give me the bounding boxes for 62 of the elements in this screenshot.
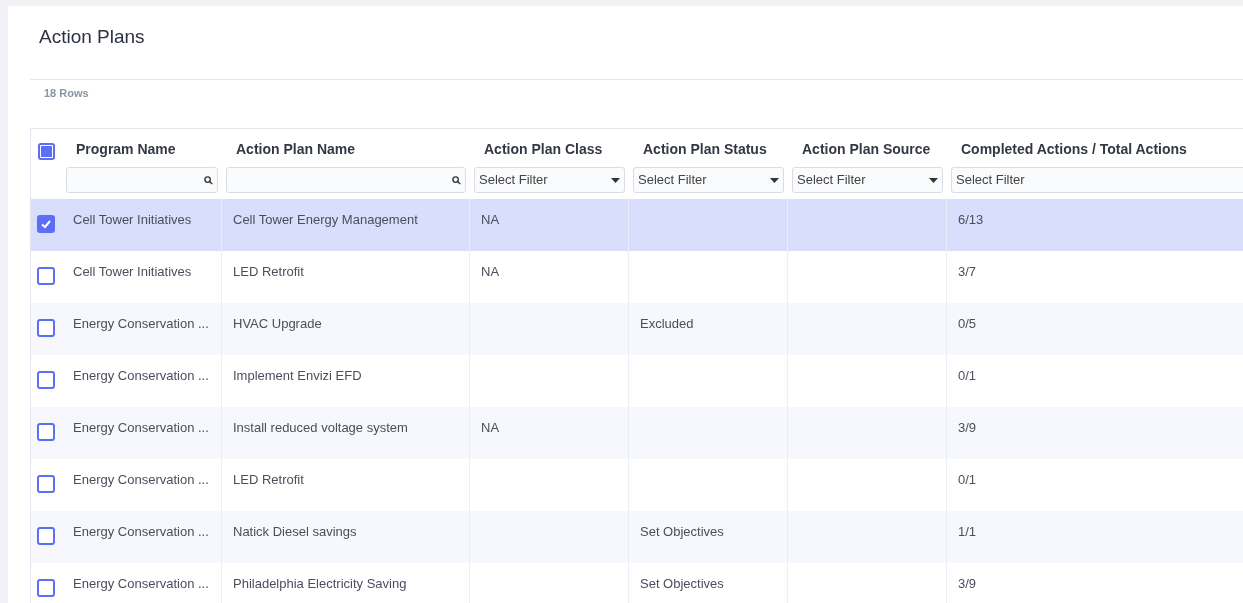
search-icon: [204, 175, 213, 185]
table-cell: LED Retrofit: [233, 472, 304, 487]
column-header[interactable]: Action Plan Class: [484, 139, 625, 160]
table-cell: HVAC Upgrade: [233, 316, 322, 331]
table-cell: 0/1: [958, 368, 977, 383]
table-cell: Cell Tower Initiatives: [73, 212, 192, 227]
table-cell: Energy Conservation ...: [73, 420, 209, 435]
column-header[interactable]: Action Plan Name: [236, 139, 466, 160]
row-checkbox[interactable]: [37, 266, 55, 285]
select-all-checkbox[interactable]: [38, 143, 55, 160]
table-cell: Energy Conservation ...: [73, 472, 209, 487]
table-cell: Set Objectives: [640, 524, 724, 539]
filter-dropdown[interactable]: Select Filter: [474, 167, 625, 193]
row-checkbox[interactable]: [37, 214, 55, 233]
row-checkbox[interactable]: [37, 318, 55, 337]
caret-icon: [770, 177, 779, 183]
table-cell: Natick Diesel savings: [233, 524, 357, 539]
row-checkbox[interactable]: [37, 474, 55, 493]
table-cell: Energy Conservation ...: [73, 368, 209, 383]
table-cell: Energy Conservation ...: [73, 576, 209, 591]
filter-dropdown[interactable]: Select Filter: [951, 167, 1243, 193]
table-cell: 3/9: [958, 420, 977, 435]
table-cell: NA: [481, 212, 500, 227]
table-cell: Energy Conservation ...: [73, 524, 209, 539]
table-row[interactable]: Cell Tower Initiatives Cell Tower Energy Management NA 6/13: [31, 199, 1243, 251]
search-field[interactable]: [66, 167, 218, 193]
filter-dropdown[interactable]: Select Filter: [633, 167, 784, 193]
table-cell: 3/7: [958, 264, 977, 279]
filter-dropdown[interactable]: Select Filter: [792, 167, 943, 193]
row-checkbox[interactable]: [37, 370, 55, 389]
table-cell: NA: [481, 420, 500, 435]
table-row[interactable]: Energy Conservation ... Natick Diesel savings Set Objectives 1/1: [31, 511, 1243, 563]
table-cell: LED Retrofit: [233, 264, 304, 279]
column-header[interactable]: Action Plan Status: [643, 139, 784, 160]
table-cell: NA: [481, 264, 500, 279]
search-icon: [452, 175, 461, 185]
table-cell: Excluded: [640, 316, 694, 331]
table-cell: Cell Tower Initiatives: [73, 264, 192, 279]
table-cell: 3/9: [958, 576, 977, 591]
row-checkbox[interactable]: [37, 578, 55, 597]
table-cell: Energy Conservation ...: [73, 316, 209, 331]
table-cell: 6/13: [958, 212, 984, 227]
caret-icon: [929, 177, 938, 183]
table-row[interactable]: Energy Conservation ... HVAC Upgrade Excluded 0/5: [31, 303, 1243, 355]
column-header[interactable]: Completed Actions / Total Actions: [961, 139, 1243, 160]
table-cell: 0/1: [958, 472, 977, 487]
table-cell: Implement Envizi EFD: [233, 368, 362, 383]
column-header[interactable]: Program Name: [76, 139, 218, 160]
search-field[interactable]: [226, 167, 466, 193]
table-cell: Philadelphia Electricity Saving: [233, 576, 407, 591]
table-cell: Install reduced voltage system: [233, 420, 408, 435]
table-row[interactable]: Energy Conservation ... Install reduced voltage system NA 3/9: [31, 407, 1243, 459]
row-count: 18 Rows: [44, 86, 89, 101]
table-cell: 0/5: [958, 316, 977, 331]
row-checkbox[interactable]: [37, 422, 55, 441]
table-cell: Cell Tower Energy Management: [233, 212, 418, 227]
page-title: Action Plans: [39, 25, 146, 49]
column-header[interactable]: Action Plan Source: [802, 139, 943, 160]
table-cell: Set Objectives: [640, 576, 724, 591]
caret-icon: [611, 177, 620, 183]
table-cell: 1/1: [958, 524, 977, 539]
row-checkbox[interactable]: [37, 526, 55, 545]
